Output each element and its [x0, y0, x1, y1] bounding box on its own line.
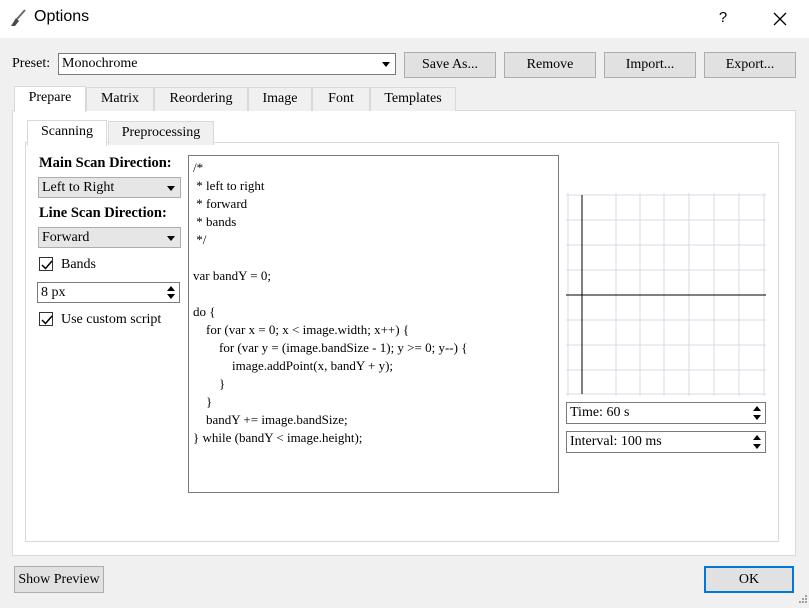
main-scan-direction-label: Main Scan Direction:	[39, 155, 172, 171]
line-scan-direction-dropdown[interactable]: Forward	[38, 227, 181, 248]
script-line	[193, 285, 558, 303]
scan-preview-grid	[566, 193, 766, 396]
script-editor[interactable]: /* * left to right * forward * bands */ v…	[188, 155, 559, 493]
show-preview-button[interactable]: Show Preview	[14, 566, 104, 593]
chevron-down-icon	[167, 186, 175, 191]
main-scan-direction-value: Left to Right	[42, 180, 115, 195]
time-value: Time: 60 s	[570, 405, 630, 420]
checkmark-icon	[41, 315, 53, 325]
custom-script-checkbox[interactable]	[39, 312, 53, 326]
chevron-down-icon	[382, 62, 390, 67]
spin-down-icon[interactable]	[165, 292, 177, 301]
tab-preprocessing[interactable]: Preprocessing	[108, 121, 214, 145]
script-line: do {	[193, 304, 216, 319]
bands-checkbox[interactable]	[39, 257, 53, 271]
preset-label: Preset:	[12, 56, 51, 71]
script-line: /*	[193, 160, 204, 175]
interval-value: Interval: 100 ms	[570, 434, 662, 449]
script-line: var bandY = 0;	[193, 268, 271, 283]
script-line	[193, 249, 558, 267]
window-title: Options	[34, 8, 90, 25]
resize-grip-icon[interactable]	[797, 592, 807, 603]
script-line: image.addPoint(x, bandY + y);	[193, 358, 394, 373]
band-size-spinbox[interactable]: 8 px	[37, 282, 180, 303]
save-as-button[interactable]: Save As...	[404, 52, 496, 78]
interval-spinbox[interactable]: Interval: 100 ms	[566, 431, 766, 453]
remove-button[interactable]: Remove	[504, 52, 596, 78]
tab-templates[interactable]: Templates	[370, 87, 456, 111]
script-line: }	[193, 394, 213, 409]
title-bar	[0, 0, 809, 38]
export-button[interactable]: Export...	[704, 52, 796, 78]
script-line: for (var y = (image.bandSize - 1); y >= …	[193, 340, 468, 355]
preview-grid-graphic	[566, 193, 766, 396]
preset-dropdown[interactable]: Monochrome	[58, 53, 396, 75]
script-line: */	[193, 232, 207, 247]
script-line: * bands	[193, 214, 237, 229]
script-line: * left to right	[193, 178, 265, 193]
main-scan-direction-dropdown[interactable]: Left to Right	[38, 177, 181, 198]
line-scan-direction-value: Forward	[42, 230, 90, 245]
help-button[interactable]: ?	[700, 0, 746, 38]
spin-down-icon[interactable]	[751, 413, 763, 422]
band-size-value: 8 px	[41, 285, 66, 300]
close-button[interactable]	[755, 0, 805, 38]
tab-scanning[interactable]: Scanning	[27, 120, 107, 146]
script-line: for (var x = 0; x < image.width; x++) {	[193, 322, 410, 337]
import-button[interactable]: Import...	[604, 52, 696, 78]
bands-label: Bands	[61, 257, 96, 272]
close-icon	[773, 12, 787, 26]
script-line: } while (bandY < image.height);	[193, 430, 363, 445]
checkmark-icon	[41, 260, 53, 270]
script-line: * forward	[193, 196, 248, 211]
tab-reordering[interactable]: Reordering	[154, 87, 248, 111]
spin-up-icon[interactable]	[751, 404, 763, 413]
script-line: }	[193, 376, 226, 391]
time-spinbox[interactable]: Time: 60 s	[566, 402, 766, 424]
tab-font[interactable]: Font	[312, 87, 370, 111]
line-scan-direction-label: Line Scan Direction:	[39, 205, 167, 221]
spin-up-icon[interactable]	[751, 433, 763, 442]
ok-button[interactable]: OK	[704, 566, 794, 593]
brush-icon	[9, 8, 29, 28]
custom-script-label: Use custom script	[61, 312, 162, 327]
chevron-down-icon	[167, 236, 175, 241]
script-line: bandY += image.bandSize;	[193, 412, 348, 427]
tab-image[interactable]: Image	[248, 87, 312, 111]
tab-matrix[interactable]: Matrix	[86, 87, 154, 111]
spin-down-icon[interactable]	[751, 442, 763, 451]
preset-value: Monochrome	[62, 56, 138, 71]
tab-prepare[interactable]: Prepare	[14, 86, 86, 112]
